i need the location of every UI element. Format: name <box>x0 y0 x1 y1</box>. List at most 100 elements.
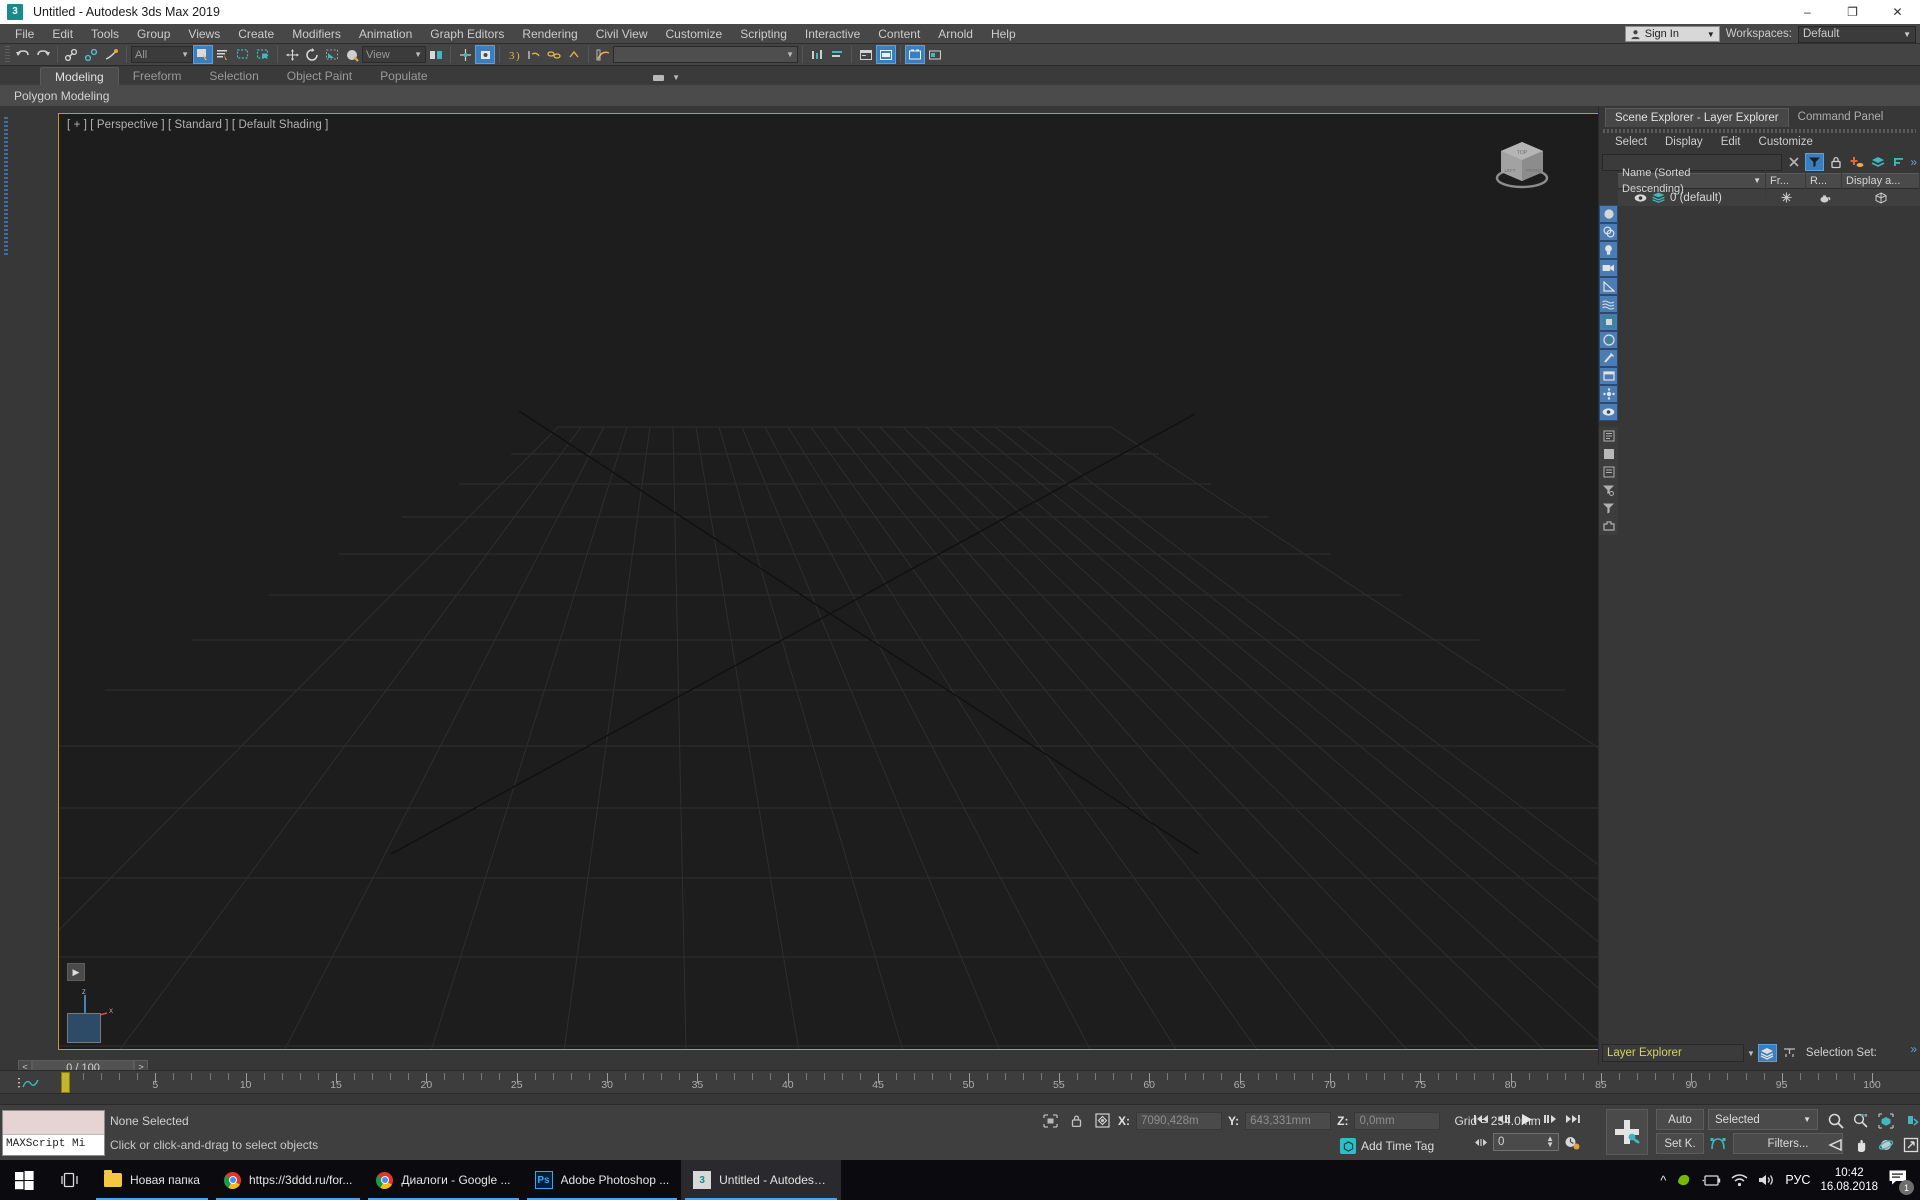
render-iterative-icon[interactable] <box>925 45 945 64</box>
menu-create[interactable]: Create <box>229 24 283 44</box>
curve-editor-toggle-icon[interactable] <box>18 1076 40 1090</box>
render-setup-icon[interactable] <box>856 45 876 64</box>
windows-start-icon[interactable] <box>0 1160 48 1200</box>
menu-civil-view[interactable]: Civil View <box>587 24 657 44</box>
select-link-icon[interactable] <box>62 45 82 64</box>
containers-filter-icon[interactable] <box>1599 367 1618 385</box>
menu-file[interactable]: File <box>6 24 43 44</box>
footer-layers-icon[interactable] <box>1757 1044 1777 1062</box>
panel-icon[interactable] <box>1599 445 1618 463</box>
menu-graph-editors[interactable]: Graph Editors <box>421 24 513 44</box>
menu-arnold[interactable]: Arnold <box>929 24 982 44</box>
se-menu-customize[interactable]: Customize <box>1751 133 1821 151</box>
ribbon-tab-populate[interactable]: Populate <box>366 67 441 85</box>
toolbar-icon[interactable] <box>1599 517 1618 535</box>
add-time-tag-button[interactable]: Add Time Tag <box>1340 1138 1434 1154</box>
material-editor-icon[interactable] <box>807 45 827 64</box>
spacewarps-filter-icon[interactable] <box>1599 295 1618 313</box>
se-menu-select[interactable]: Select <box>1607 133 1655 151</box>
zoom-icon[interactable] <box>1824 1109 1848 1132</box>
menu-modifiers[interactable]: Modifiers <box>283 24 350 44</box>
minimize-button[interactable]: – <box>1785 0 1830 24</box>
ribbon-tab-selection[interactable]: Selection <box>195 67 272 85</box>
workspace-select[interactable]: Default ▼ <box>1798 25 1916 43</box>
set-key-mode-button[interactable]: Set K. <box>1656 1133 1704 1154</box>
se-menu-edit[interactable]: Edit <box>1713 133 1749 151</box>
ref-coord-combo[interactable]: View ▼ <box>362 46 426 63</box>
layer-explorer-combo[interactable]: Layer Explorer <box>1602 1044 1744 1062</box>
maxscript-mini-listener[interactable]: MAXScript Mi <box>2 1110 105 1156</box>
menu-group[interactable]: Group <box>128 24 179 44</box>
sort-icon[interactable] <box>1889 153 1908 171</box>
play-button[interactable] <box>1516 1109 1537 1129</box>
unlink-icon[interactable] <box>82 45 102 64</box>
clock[interactable]: 10:42 16.08.2018 <box>1820 1166 1878 1194</box>
taskbar-app-photoshop[interactable]: Ps Adobe Photoshop ... <box>523 1160 682 1200</box>
viewport-expand-button[interactable]: ▶ <box>67 963 85 981</box>
lights-filter-icon[interactable] <box>1599 241 1618 259</box>
rect-selection-icon[interactable] <box>233 45 253 64</box>
bones-filter-icon[interactable] <box>1599 349 1618 367</box>
se-menu-display[interactable]: Display <box>1657 133 1711 151</box>
filter-icon[interactable] <box>1805 153 1825 171</box>
use-pivot-center-icon[interactable] <box>426 45 446 64</box>
overflow-icon[interactable]: » <box>1910 155 1917 169</box>
wifi-icon[interactable] <box>1731 1173 1748 1187</box>
ribbon-display-mode-icon[interactable] <box>649 68 669 87</box>
volume-icon[interactable] <box>1758 1173 1775 1187</box>
zoom-region-icon[interactable] <box>1899 1109 1920 1132</box>
visibility-icon[interactable] <box>1599 403 1618 421</box>
footer-overflow-icon[interactable]: » <box>1910 1042 1917 1056</box>
render-frame-icon[interactable] <box>876 45 896 64</box>
taskbar-app-chrome-dialogi[interactable]: Диалоги - Google ... <box>364 1160 522 1200</box>
taskbar-app-3dsmax[interactable]: 3 Untitled - Autodesk... <box>681 1160 842 1200</box>
key-toggle-icon[interactable] <box>1708 1134 1729 1154</box>
pan-icon[interactable] <box>1849 1133 1873 1156</box>
teapot-icon[interactable] <box>1806 193 1842 203</box>
select-scale-icon[interactable] <box>322 45 342 64</box>
x-field[interactable]: 7090,428m <box>1136 1111 1222 1130</box>
shapes-filter-icon[interactable] <box>1599 223 1618 241</box>
ribbon-tab-object-paint[interactable]: Object Paint <box>273 67 366 85</box>
cameras-filter-icon[interactable] <box>1599 259 1618 277</box>
menu-edit[interactable]: Edit <box>43 24 82 44</box>
left-grip[interactable] <box>4 117 8 257</box>
select-move-icon[interactable] <box>282 45 302 64</box>
funnel-icon[interactable] <box>1599 499 1618 517</box>
menu-interactive[interactable]: Interactive <box>796 24 869 44</box>
close-button[interactable]: ✕ <box>1875 0 1920 24</box>
go-to-start-button[interactable] <box>1470 1109 1491 1129</box>
previous-frame-button[interactable] <box>1493 1109 1514 1129</box>
groups-filter-icon[interactable] <box>1599 313 1618 331</box>
column-list-icon[interactable] <box>1599 427 1618 445</box>
mirror-icon[interactable]: 3) <box>504 45 524 64</box>
auto-key-button[interactable]: Auto <box>1656 1109 1704 1130</box>
viewport-preview-box[interactable] <box>67 1013 101 1043</box>
ribbon-tab-freeform[interactable]: Freeform <box>119 67 196 85</box>
nvidia-icon[interactable] <box>1676 1172 1692 1188</box>
layer-manager-icon[interactable] <box>544 45 564 64</box>
menu-animation[interactable]: Animation <box>350 24 421 44</box>
redo-icon[interactable] <box>33 45 53 64</box>
select-object-icon[interactable] <box>193 45 213 64</box>
select-rotate-icon[interactable] <box>302 45 322 64</box>
ribbon-tab-modeling[interactable]: Modeling <box>40 67 119 85</box>
maximize-viewport-icon[interactable] <box>1899 1133 1920 1156</box>
battery-icon[interactable] <box>1702 1174 1721 1187</box>
taskbar-app-chrome-3ddd[interactable]: https://3ddd.ru/for... <box>212 1160 364 1200</box>
isolate-selection-icon[interactable] <box>1040 1111 1060 1130</box>
snap-toggle-icon[interactable] <box>455 45 475 64</box>
select-by-name-icon[interactable] <box>213 45 233 64</box>
taskbar-app-folder[interactable]: Новая папка <box>92 1160 212 1200</box>
menu-scripting[interactable]: Scripting <box>731 24 796 44</box>
time-configuration-icon[interactable] <box>1561 1132 1582 1152</box>
list-icon[interactable] <box>1599 463 1618 481</box>
helpers-filter-icon[interactable] <box>1599 277 1618 295</box>
add-layer-icon[interactable] <box>1847 153 1866 171</box>
chevron-down-icon[interactable]: ▼ <box>672 73 680 82</box>
current-frame-spinner[interactable]: 0 ▲ ▼ <box>1493 1133 1559 1151</box>
zoom-all-icon[interactable] <box>1849 1109 1873 1132</box>
angle-snap-icon[interactable] <box>475 45 495 64</box>
task-view-icon[interactable] <box>48 1160 92 1200</box>
menu-customize[interactable]: Customize <box>657 24 732 44</box>
